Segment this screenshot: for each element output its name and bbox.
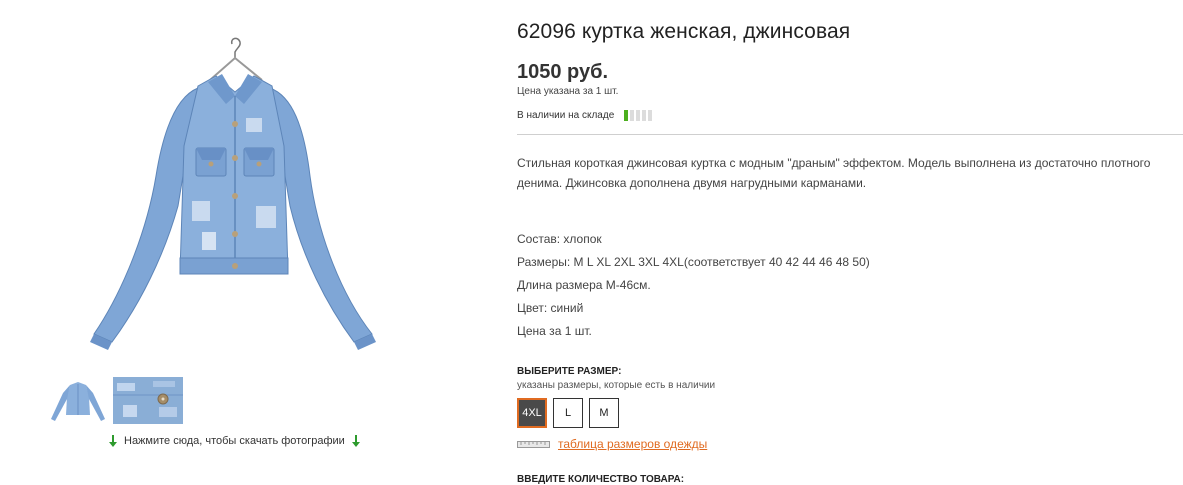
product-price: 1050 руб. <box>517 61 609 83</box>
product-properties: Состав: хлопок Размеры: M L XL 2XL 3XL 4… <box>517 228 870 343</box>
property-sizes: Размеры: M L XL 2XL 3XL 4XL(соответствуе… <box>517 255 870 269</box>
stock-bar <box>642 110 647 121</box>
thumbnail-button-closeup[interactable] <box>112 376 184 425</box>
size-option-l[interactable]: L <box>553 398 583 428</box>
price-note: Цена указана за 1 шт. <box>517 86 619 97</box>
stock-level-indicator <box>624 110 653 121</box>
size-option-4xl[interactable]: 4XL <box>517 398 547 428</box>
product-title: 62096 куртка женская, джинсовая <box>517 20 851 43</box>
property-length: Длина размера М-46см. <box>517 278 651 292</box>
size-options: 4XL L M <box>517 398 619 428</box>
property-color: Цвет: синий <box>517 301 584 315</box>
property-composition: Состав: хлопок <box>517 232 602 246</box>
thumbnail-front-view[interactable] <box>42 376 114 425</box>
product-gallery: Нажмите сюда, чтобы скачать фотографии <box>0 0 470 482</box>
size-selector-note: указаны размеры, которые есть в наличии <box>517 380 716 391</box>
main-product-photo[interactable] <box>80 36 390 356</box>
stock-bar <box>624 110 629 121</box>
quantity-title: ВВЕДИТЕ КОЛИЧЕСТВО ТОВАРА: <box>517 474 685 485</box>
download-photos-text: Нажмите сюда, чтобы скачать фотографии <box>124 435 345 447</box>
size-table-row: таблица размеров одежды <box>517 437 707 451</box>
arrow-down-icon <box>351 435 360 447</box>
product-description: Стильная короткая джинсовая куртка с мод… <box>517 156 1151 190</box>
download-photos-link[interactable]: Нажмите сюда, чтобы скачать фотографии <box>108 435 361 447</box>
stock-bar <box>648 110 653 121</box>
ruler-icon <box>517 441 550 448</box>
size-table-link[interactable]: таблица размеров одежды <box>558 437 707 451</box>
stock-status: В наличии на складе <box>517 110 653 121</box>
size-selector-title: ВЫБЕРИТЕ РАЗМЕР: <box>517 366 622 377</box>
property-price-unit: Цена за 1 шт. <box>517 324 592 338</box>
size-option-m[interactable]: M <box>589 398 619 428</box>
arrow-down-icon <box>109 435 117 447</box>
stock-bar <box>630 110 635 121</box>
stock-bar <box>636 110 641 121</box>
divider <box>517 134 1183 135</box>
stock-label: В наличии на складе <box>517 110 615 121</box>
